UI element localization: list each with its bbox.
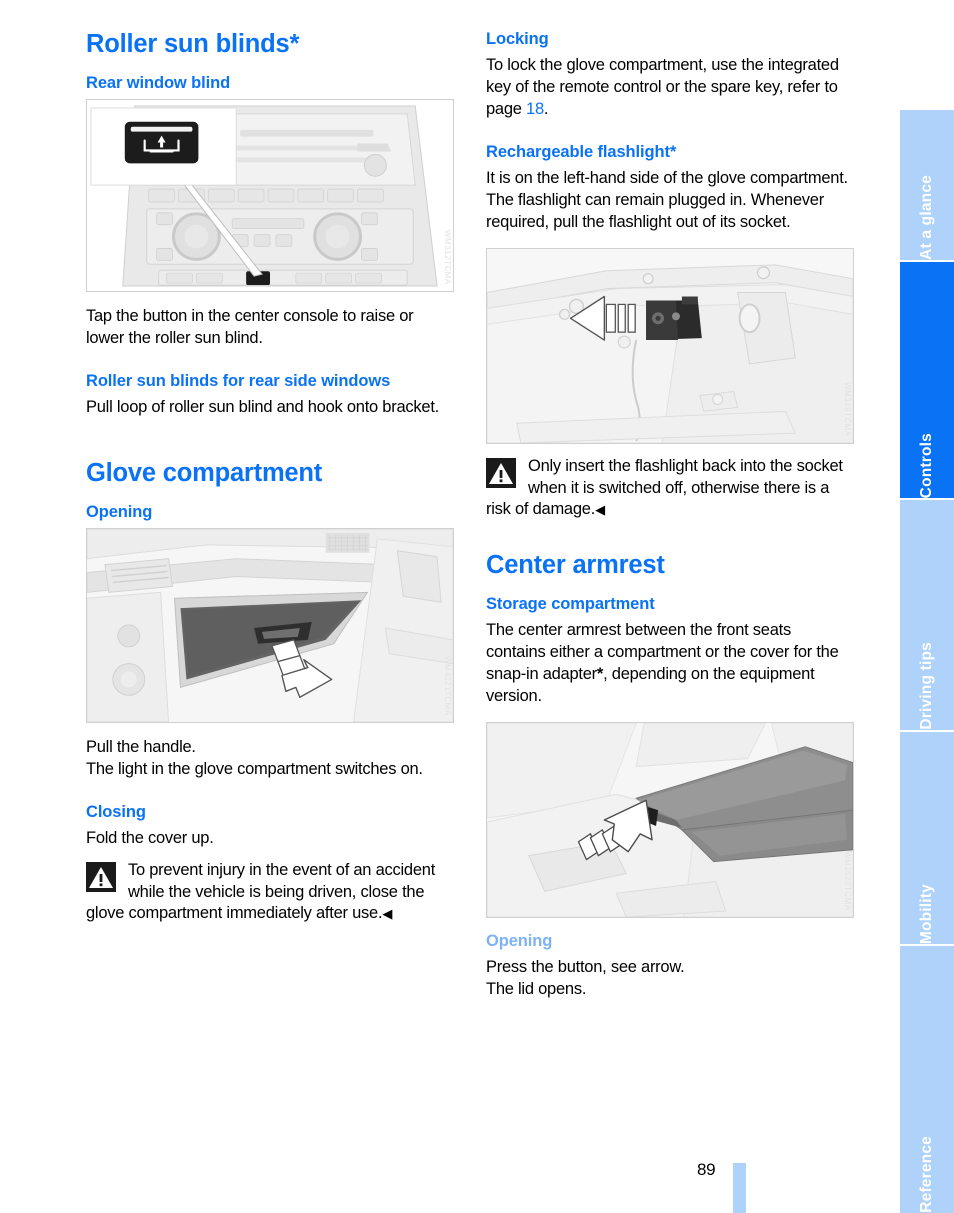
- page-title-roller-sun-blinds: Roller sun blinds*: [86, 30, 300, 58]
- warning-glove-compartment: To prevent injury in the event of an acc…: [86, 860, 454, 926]
- text-locking-body: To lock the glove compartment, use the i…: [486, 55, 854, 121]
- text-armrest-opening-line2: The lid opens.: [486, 980, 587, 999]
- page-number: 89: [697, 1160, 716, 1179]
- rail-tab-driving-tips[interactable]: Driving tips: [900, 500, 954, 730]
- rail-tab-controls[interactable]: Controls: [900, 262, 954, 498]
- heading-glove-opening: Opening: [86, 502, 153, 521]
- text-armrest-opening-line1: Press the button, see arrow.: [486, 958, 685, 977]
- manual-page: At a glance Controls Driving tips Mobili…: [0, 0, 954, 1213]
- rail-tab-mobility[interactable]: Mobility: [900, 732, 954, 944]
- figure-flashlight-socket: WM319TCMA: [486, 247, 854, 444]
- rail-tab-label: Controls: [918, 432, 935, 498]
- glove-compartment-illustration: [87, 528, 453, 722]
- figure-watermark: WM2620TCMA: [843, 851, 852, 912]
- warning-endmark: ◀: [595, 502, 606, 518]
- page-number-bar: [733, 1163, 746, 1213]
- warning-flashlight: Only insert the flashlight back into the…: [486, 456, 854, 522]
- rail-tab-label: At a glance: [918, 175, 935, 260]
- heading-locking: Locking: [486, 30, 549, 48]
- figure-watermark: WM319TCMA: [843, 381, 852, 437]
- heading-roller-sun-blinds-rear-side: Roller sun blinds for rear side windows: [86, 371, 391, 390]
- left-column: Roller sun blinds* Rear window blind WM3…: [86, 30, 454, 925]
- page-title-center-armrest: Center armrest: [486, 551, 665, 580]
- figure-glove-compartment-open: WM4021TCMA: [86, 527, 454, 723]
- text-storage-compartment-body: The center armrest between the front sea…: [486, 620, 854, 708]
- warning-triangle-icon: [86, 861, 116, 892]
- text-rear-side-windows-body: Pull loop of roller sun blind and hook o…: [86, 397, 439, 416]
- heading-glove-closing: Closing: [86, 802, 146, 821]
- heading-armrest-opening: Opening: [486, 932, 553, 951]
- text-glove-closing-body: Fold the cover up.: [86, 828, 214, 847]
- warning-triangle-icon: [486, 457, 516, 488]
- rail-tab-label: Driving tips: [918, 642, 935, 730]
- warning-text-body: Only insert the flashlight back into the…: [486, 456, 843, 519]
- heading-rear-window-blind: Rear window blind: [86, 74, 231, 93]
- section-tab-rail: At a glance Controls Driving tips Mobili…: [900, 0, 954, 1213]
- page-title-glove-compartment: Glove compartment: [86, 458, 323, 487]
- rail-tab-label: Reference: [918, 1136, 935, 1213]
- right-column: Locking To lock the glove compartment, u…: [486, 30, 854, 1001]
- text-glove-opening-line1: Pull the handle.: [86, 737, 196, 756]
- warning-text: To prevent injury in the event of an acc…: [86, 860, 454, 926]
- text-rear-window-blind-body: Tap the button in the center console to …: [86, 307, 414, 347]
- figure-watermark: WM312TCMA: [443, 230, 452, 286]
- heading-storage-compartment: Storage compartment: [486, 595, 655, 614]
- figure-center-console-blind-button: WM312TCMA: [86, 99, 454, 293]
- figure-watermark: WM4021TCMA: [443, 656, 452, 716]
- flashlight-socket-illustration: [487, 248, 853, 443]
- text-glove-opening-line2: The light in the glove compartment switc…: [86, 759, 423, 778]
- warning-text: Only insert the flashlight back into the…: [486, 456, 854, 522]
- center-console-illustration: [87, 100, 453, 292]
- heading-rechargeable-flashlight: Rechargeable flashlight*: [486, 142, 677, 161]
- rail-tab-at-a-glance[interactable]: At a glance: [900, 110, 954, 260]
- rail-tab-reference[interactable]: Reference: [900, 946, 954, 1213]
- figure-center-armrest: WM2620TCMA: [486, 722, 854, 919]
- locking-body-after: .: [543, 99, 549, 118]
- page-reference-link[interactable]: 18: [526, 100, 544, 118]
- rail-tab-label: Mobility: [918, 883, 935, 944]
- text-flashlight-body: It is on the left-hand side of the glove…: [486, 168, 848, 231]
- warning-endmark: ◀: [382, 906, 393, 922]
- center-armrest-illustration: [487, 723, 853, 918]
